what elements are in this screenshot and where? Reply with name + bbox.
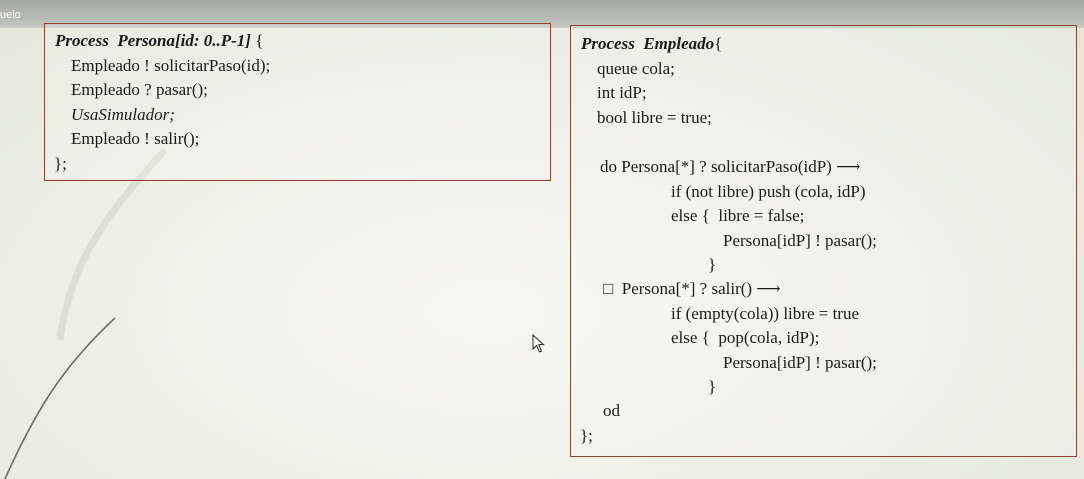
empleado-close: }; — [580, 426, 593, 445]
persona-line-3: UsaSimulador; — [71, 105, 175, 124]
empleado-line-10: if (empty(cola)) libre = true — [671, 304, 860, 323]
persona-open-brace: { — [250, 31, 264, 50]
persona-name: Persona[id: 0..P-1] — [117, 31, 251, 50]
empleado-header: Process Empleado{ — [581, 34, 722, 54]
persona-header: Process Persona[id: 0..P-1] { — [55, 31, 263, 51]
mouse-pointer-icon — [532, 334, 545, 353]
empleado-line-8: } — [708, 255, 717, 274]
empleado-line-14: od — [603, 401, 620, 420]
persona-close: }; — [54, 154, 67, 173]
empleado-process-box: Process Empleado{ queue cola; int idP; b… — [570, 25, 1077, 457]
empleado-name: Empleado — [643, 34, 715, 53]
empleado-line-13: } — [708, 377, 717, 396]
empleado-line-12: Persona[idP] ! pasar(); — [723, 353, 877, 372]
empleado-line-5: if (not libre) push (cola, idP) — [671, 182, 866, 201]
empleado-line-6: else { libre = false; — [671, 206, 805, 225]
empleado-line-11: else { pop(cola, idP); — [671, 328, 820, 347]
persona-keyword: Process — [55, 31, 109, 50]
empleado-line-7: Persona[idP] ! pasar(); — [723, 231, 877, 250]
empleado-line-9: □ Persona[*] ? salir() ⟶ — [603, 279, 781, 298]
empleado-open-brace: { — [714, 34, 723, 53]
empleado-line-3: bool libre = true; — [597, 108, 712, 127]
window-title: uelo — [0, 9, 21, 21]
persona-line-4: Empleado ! salir(); — [71, 129, 200, 148]
persona-line-1: Empleado ! solicitarPaso(id); — [71, 56, 271, 75]
empleado-line-1: queue cola; — [597, 59, 675, 78]
empleado-line-2: int idP; — [597, 83, 647, 102]
persona-line-2: Empleado ? pasar(); — [71, 80, 208, 99]
empleado-keyword: Process — [581, 34, 635, 53]
empleado-line-4: do Persona[*] ? solicitarPaso(idP) ⟶ — [600, 157, 861, 176]
persona-process-box: Process Persona[id: 0..P-1] { Empleado !… — [44, 23, 551, 181]
